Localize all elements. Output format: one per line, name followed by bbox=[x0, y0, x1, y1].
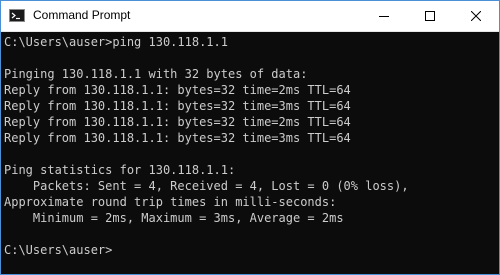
maximize-button[interactable] bbox=[407, 1, 453, 31]
console-line: Ping statistics for 130.118.1.1: bbox=[4, 163, 236, 177]
console-line: C:\Users\auser>ping 130.118.1.1 bbox=[4, 35, 228, 49]
close-icon bbox=[471, 11, 481, 21]
console-line: Reply from 130.118.1.1: bytes=32 time=2m… bbox=[4, 83, 351, 97]
maximize-icon bbox=[425, 11, 435, 21]
console-line: Reply from 130.118.1.1: bytes=32 time=3m… bbox=[4, 131, 351, 145]
minimize-button[interactable] bbox=[361, 1, 407, 31]
console-line: Minimum = 2ms, Maximum = 3ms, Average = … bbox=[4, 211, 344, 225]
console-line: Pinging 130.118.1.1 with 32 bytes of dat… bbox=[4, 67, 308, 81]
close-button[interactable] bbox=[453, 1, 499, 31]
console-line: Reply from 130.118.1.1: bytes=32 time=3m… bbox=[4, 99, 351, 113]
minimize-icon bbox=[379, 16, 389, 17]
command-prompt-window: Command Prompt C:\Users\auser>ping 130.1… bbox=[0, 0, 500, 275]
console-line: Packets: Sent = 4, Received = 4, Lost = … bbox=[4, 179, 409, 193]
console-prompt[interactable]: C:\Users\auser> bbox=[4, 242, 496, 258]
window-title: Command Prompt bbox=[33, 8, 131, 22]
title-bar[interactable]: Command Prompt bbox=[1, 1, 499, 32]
console-output[interactable]: C:\Users\auser>ping 130.118.1.1 Pinging … bbox=[1, 32, 499, 274]
cmd-icon bbox=[9, 9, 25, 22]
window-controls bbox=[361, 1, 499, 31]
console-line: Reply from 130.118.1.1: bytes=32 time=2m… bbox=[4, 115, 351, 129]
console-line: Approximate round trip times in milli-se… bbox=[4, 195, 337, 209]
